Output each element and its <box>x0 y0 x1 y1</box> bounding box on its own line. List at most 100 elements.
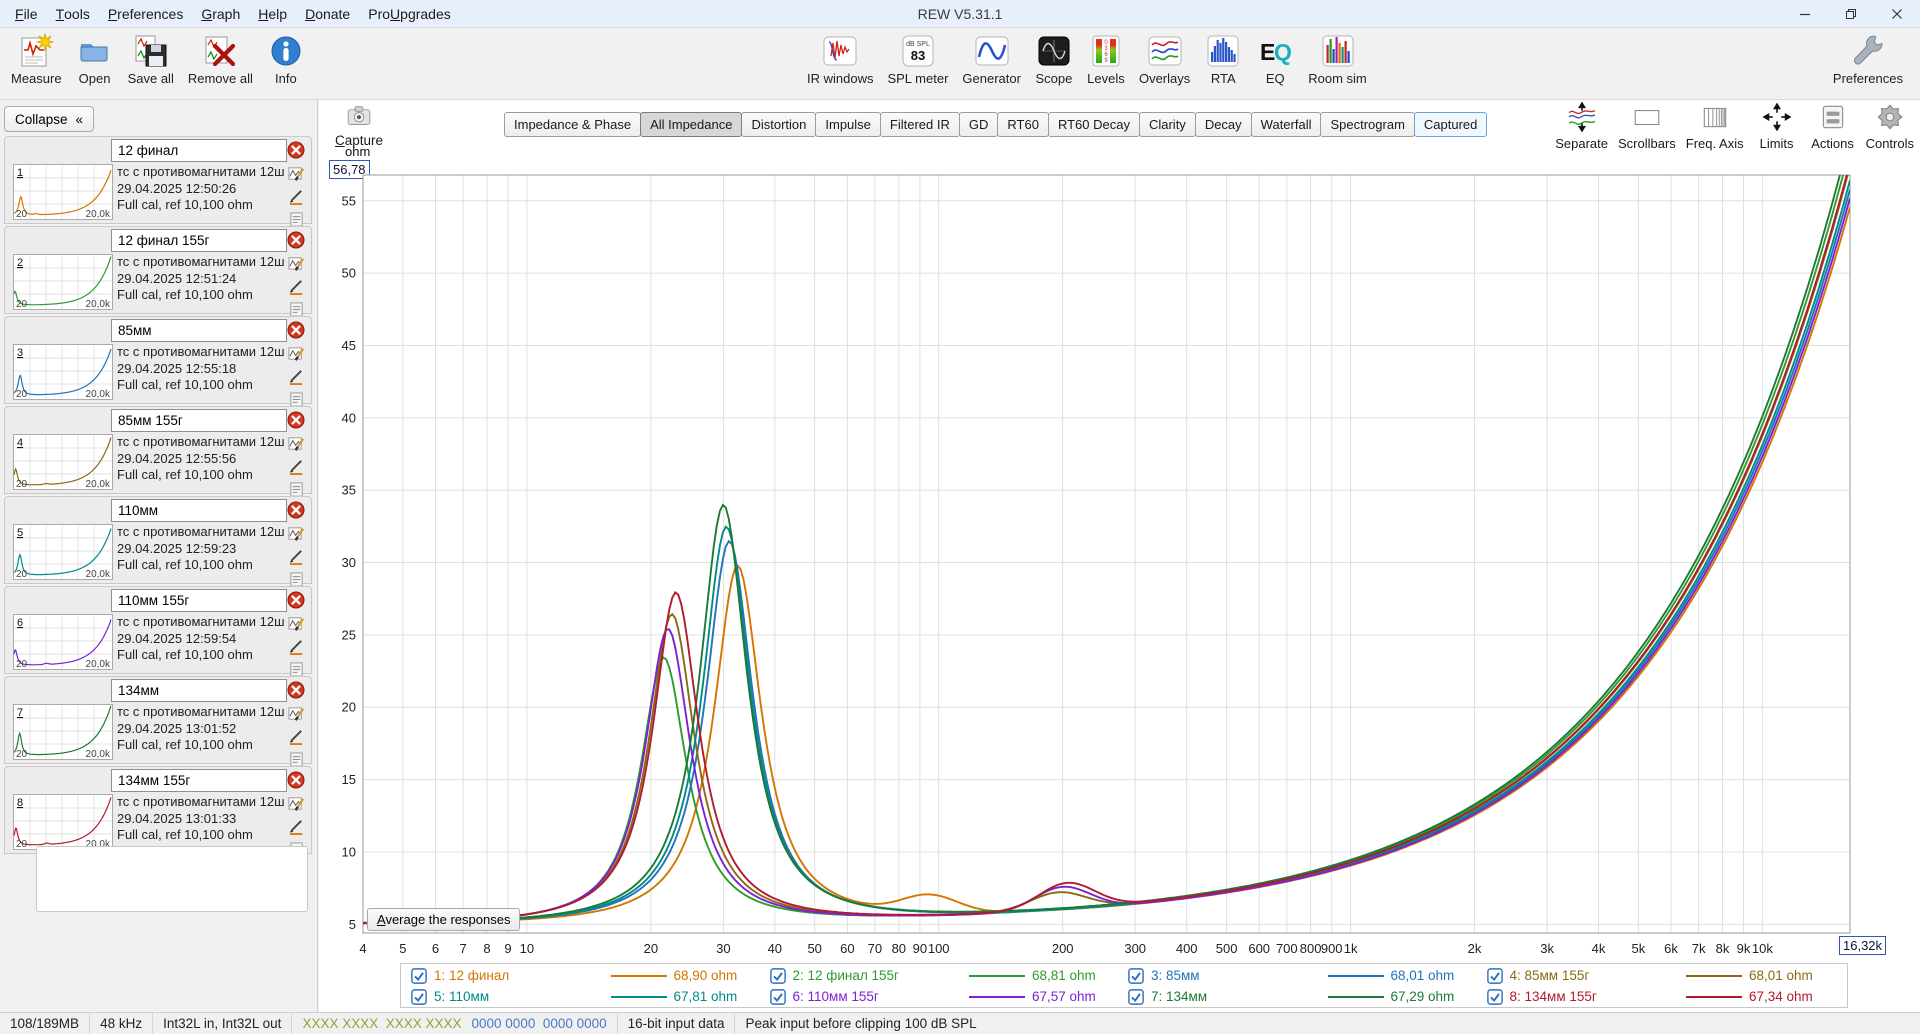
rta-button[interactable]: RTA <box>1197 30 1249 88</box>
delete-measurement-icon[interactable] <box>287 681 305 699</box>
trace-settings-icon[interactable] <box>288 615 306 635</box>
trace-checkbox-icon[interactable] <box>411 967 427 984</box>
legend-trace-label[interactable]: 7: 134мм <box>1151 989 1321 1004</box>
pencil-line-icon[interactable] <box>288 638 306 658</box>
preferences-button[interactable]: Preferences <box>1826 30 1910 88</box>
separate-button[interactable]: Separate <box>1555 101 1608 151</box>
legend-trace-label[interactable]: 3: 85мм <box>1151 968 1321 983</box>
trace-checkbox-icon[interactable] <box>411 988 427 1005</box>
room-sim-button[interactable]: Room sim <box>1301 30 1374 88</box>
pencil-line-icon[interactable] <box>288 278 306 298</box>
menu-file[interactable]: File <box>6 0 47 27</box>
trace-checkbox-icon[interactable] <box>769 967 786 984</box>
pencil-line-icon[interactable] <box>288 548 306 568</box>
minimize-button[interactable] <box>1782 0 1828 27</box>
pencil-line-icon[interactable] <box>288 188 306 208</box>
menu-preferences[interactable]: Preferences <box>99 0 193 27</box>
ir-windows-button[interactable]: IR windows <box>800 30 880 88</box>
trace-checkbox-icon[interactable] <box>1128 967 1144 984</box>
measurement-name-input[interactable] <box>111 409 287 432</box>
eq-button[interactable]: E Q EQ <box>1249 30 1301 88</box>
measurement-item-6[interactable]: 6 20 20,0k тс с противомагнитами 12шк29.… <box>4 586 312 677</box>
scrollbars-button[interactable]: Scrollbars <box>1618 102 1676 151</box>
controls-button[interactable]: Controls <box>1866 102 1914 151</box>
trace-settings-icon[interactable] <box>288 795 306 815</box>
delete-measurement-icon[interactable] <box>287 141 305 159</box>
menu-donate[interactable]: Donate <box>296 0 359 27</box>
measurement-name-input[interactable] <box>111 499 287 522</box>
menu-graph[interactable]: Graph <box>192 0 249 27</box>
legend-trace-label[interactable]: 6: 110мм 155г <box>793 989 963 1004</box>
trace-checkbox-icon[interactable] <box>1486 988 1503 1005</box>
levels-button[interactable]: 0 3 6 9 Levels <box>1080 30 1132 88</box>
info-button[interactable]: Info <box>260 30 312 88</box>
pencil-line-icon[interactable] <box>288 368 306 388</box>
save-all-button[interactable]: Save all <box>121 30 181 88</box>
measurement-item-8[interactable]: 8 20 20,0k тс с противомагнитами 12шк29.… <box>4 766 312 857</box>
delete-measurement-icon[interactable] <box>287 411 305 429</box>
pencil-line-icon[interactable] <box>288 728 306 748</box>
impedance-chart[interactable]: 5 10 15 20 25 30 35 40 45 50 55 4 5 6 7 8 9 10 20 30 40 50 60 7… <box>319 160 1920 960</box>
tab-distortion[interactable]: Distortion <box>741 112 817 137</box>
tab-rt60-decay[interactable]: RT60 Decay <box>1047 112 1140 137</box>
open-button[interactable]: Open <box>69 30 121 88</box>
delete-measurement-icon[interactable] <box>287 771 305 789</box>
legend-trace-label[interactable]: 4: 85мм 155г <box>1510 968 1680 983</box>
tab-impedance-phase[interactable]: Impedance & Phase <box>504 112 642 137</box>
measurement-thumbnail[interactable]: 4 20 20,0k <box>13 434 113 492</box>
pencil-line-icon[interactable] <box>288 458 306 478</box>
delete-measurement-icon[interactable] <box>287 501 305 519</box>
tab-impulse[interactable]: Impulse <box>815 112 881 137</box>
tab-captured[interactable]: Captured <box>1413 112 1488 137</box>
trace-settings-icon[interactable] <box>288 435 306 455</box>
pencil-line-icon[interactable] <box>288 818 306 838</box>
menu-pro-upgrades[interactable]: Pro Upgrades <box>359 0 460 27</box>
tab-filtered-ir[interactable]: Filtered IR <box>879 112 960 137</box>
remove-all-button[interactable]: Remove all <box>181 30 260 88</box>
delete-measurement-icon[interactable] <box>287 321 305 339</box>
measurement-name-input[interactable] <box>111 679 287 702</box>
measurement-thumbnail[interactable]: 1 20 20,0k <box>13 164 113 222</box>
trace-checkbox-icon[interactable] <box>1128 988 1144 1005</box>
measurement-item-7[interactable]: 7 20 20,0k тс с противомагнитами 12шк29.… <box>4 676 312 767</box>
delete-measurement-icon[interactable] <box>287 231 305 249</box>
tab-decay[interactable]: Decay <box>1194 112 1252 137</box>
trace-settings-icon[interactable] <box>288 345 306 365</box>
legend-trace-label[interactable]: 8: 134мм 155г <box>1510 989 1680 1004</box>
capture-button[interactable]: Capture <box>331 102 387 148</box>
tab-rt60[interactable]: RT60 <box>997 112 1049 137</box>
close-button[interactable] <box>1874 0 1920 27</box>
trace-checkbox-icon[interactable] <box>769 988 786 1005</box>
measurement-item-4[interactable]: 4 20 20,0k тс с противомагнитами 12шк29.… <box>4 406 312 497</box>
measure-button[interactable]: Measure <box>4 30 69 88</box>
measurement-name-input[interactable] <box>111 769 287 792</box>
menu-tools[interactable]: Tools <box>47 0 99 27</box>
legend-trace-label[interactable]: 5: 110мм <box>434 989 604 1004</box>
trace-settings-icon[interactable] <box>288 165 306 185</box>
notes-box[interactable] <box>36 846 308 912</box>
x-axis-max-input[interactable]: 16,32k <box>1839 936 1887 955</box>
menu-help[interactable]: Help <box>249 0 296 27</box>
tab-gd[interactable]: GD <box>958 112 999 137</box>
measurement-thumbnail[interactable]: 2 20 20,0k <box>13 254 113 312</box>
restore-button[interactable] <box>1828 0 1874 27</box>
actions-button[interactable]: Actions <box>1810 102 1856 151</box>
tab-waterfall[interactable]: Waterfall <box>1250 112 1322 137</box>
measurement-name-input[interactable] <box>111 319 287 342</box>
trace-settings-icon[interactable] <box>288 255 306 275</box>
measurement-item-2[interactable]: 2 20 20,0k тс с противомагнитами 12шк29.… <box>4 226 312 317</box>
spl-meter-button[interactable]: dB SPL 83 SPL meter <box>880 30 955 88</box>
measurement-thumbnail[interactable]: 8 20 20,0k <box>13 794 113 852</box>
measurement-item-3[interactable]: 3 20 20,0k тс с противомагнитами 12шк29.… <box>4 316 312 407</box>
measurement-name-input[interactable] <box>111 229 287 252</box>
delete-measurement-icon[interactable] <box>287 591 305 609</box>
measurement-thumbnail[interactable]: 3 20 20,0k <box>13 344 113 402</box>
freq-axis-button[interactable]: Freq. Axis <box>1686 102 1744 151</box>
measurement-thumbnail[interactable]: 6 20 20,0k <box>13 614 113 672</box>
collapse-sidebar-button[interactable]: Collapse « <box>4 106 95 132</box>
average-responses-button[interactable]: Average the responses <box>367 908 521 931</box>
measurement-thumbnail[interactable]: 7 20 20,0k <box>13 704 113 762</box>
tab-spectrogram[interactable]: Spectrogram <box>1320 112 1415 137</box>
scope-button[interactable]: Scope <box>1028 30 1080 88</box>
tab-all-impedance[interactable]: All Impedance <box>640 112 743 137</box>
